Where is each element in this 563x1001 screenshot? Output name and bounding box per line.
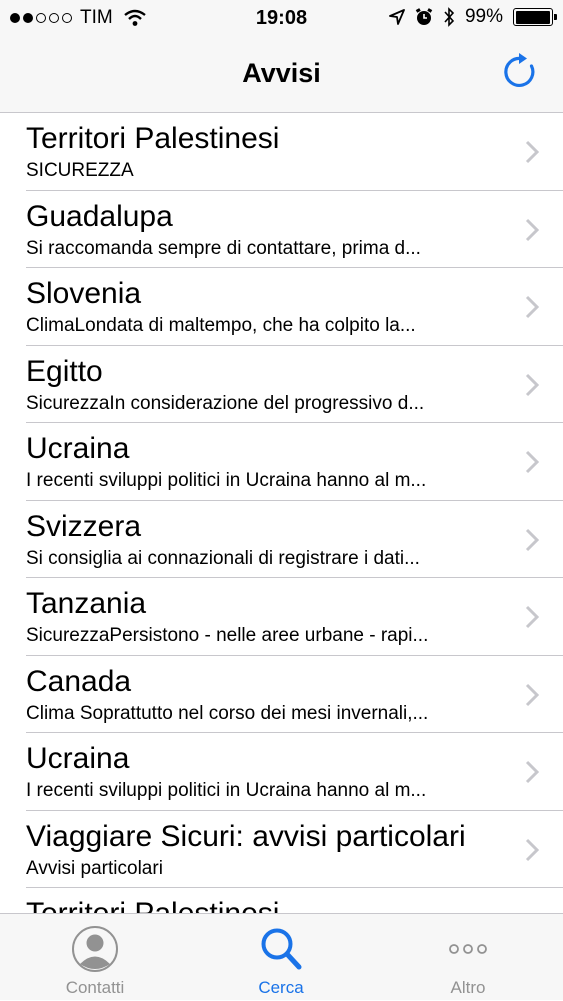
list-item[interactable]: Viaggiare Sicuri: avvisi particolari Avvi… — [0, 811, 563, 888]
chevron-right-icon — [525, 450, 539, 474]
battery-percent: 99% — [464, 6, 503, 27]
chevron-right-icon — [525, 295, 539, 319]
more-icon — [449, 944, 487, 954]
tab-label: Cerca — [258, 978, 304, 997]
refresh-icon[interactable] — [501, 52, 541, 92]
list-item-title: Egitto — [26, 354, 103, 388]
list-item-title: Territori Palestinesi — [26, 896, 279, 913]
bluetooth-icon — [444, 7, 455, 27]
list-item-subtitle: SicurezzaPersistono - nelle aree urbane … — [26, 625, 429, 646]
list-item-subtitle: I recenti sviluppi politici in Ucraina h… — [26, 470, 427, 491]
chevron-right-icon — [525, 838, 539, 861]
list-item-title: Canada — [26, 664, 132, 698]
list-item-subtitle: Avvisi particolari — [26, 857, 163, 879]
list-item-title: Svizzera — [26, 509, 142, 543]
list-item-title: Viaggiare Sicuri: avvisi particolari — [26, 819, 466, 853]
list-item[interactable]: Guadalupa Si raccomanda sempre di contatt… — [0, 191, 563, 268]
list-item-title: Territori Palestinesi — [26, 122, 280, 155]
status-right: 99% — [389, 6, 557, 28]
list-item-title: Slovenia — [26, 277, 142, 310]
list-item[interactable]: Svizzera Si consiglia ai connazionali di … — [0, 501, 563, 578]
tab-bar: Contatti Cerca Altro — [0, 913, 563, 1000]
top-bar: TIM 19:08 99% Avvisi — [0, 0, 563, 113]
chevron-right-icon — [525, 218, 539, 241]
list-item[interactable]: Ucraina I recenti sviluppi politici in Uc… — [0, 733, 563, 811]
tab-label: Contatti — [65, 978, 125, 997]
list-item[interactable]: Slovenia ClimaLondata di maltempo, che ha… — [0, 268, 563, 346]
battery-icon — [513, 8, 557, 26]
list-item-title: Guadalupa — [26, 199, 173, 233]
list-item-title: Ucraina — [26, 742, 130, 775]
chevron-right-icon — [525, 683, 539, 706]
list-item-title: Tanzania — [26, 587, 147, 620]
location-arrow-icon — [389, 9, 405, 25]
list-item[interactable]: Tanzania SicurezzaPersistono - nelle aree… — [0, 578, 563, 656]
tab-cerca[interactable]: Cerca — [211, 914, 351, 1001]
list-item[interactable]: Canada Clima Soprattutto nel corso dei me… — [0, 656, 563, 733]
alerts-list: Territori Palestinesi SICUREZZA Guadalupa S… — [0, 113, 563, 913]
list-item-subtitle: ClimaLondata di maltempo, che ha colpito… — [26, 315, 416, 336]
search-icon — [261, 928, 302, 970]
list-item-subtitle: Si consiglia ai connazionali di registra… — [26, 547, 420, 569]
list-item[interactable]: Egitto SicurezzaIn considerazione del pro… — [0, 346, 563, 423]
chevron-right-icon — [525, 760, 539, 784]
tab-label: Altro — [450, 978, 486, 997]
list-item-subtitle: SICUREZZA — [26, 160, 134, 181]
list-item-subtitle: I recenti sviluppi politici in Ucraina h… — [26, 780, 427, 801]
chevron-right-icon — [525, 373, 539, 396]
chevron-right-icon — [525, 140, 539, 164]
list-item-subtitle: SicurezzaIn considerazione del progressi… — [26, 392, 425, 414]
page-title: Avvisi — [242, 58, 321, 88]
alarm-icon — [415, 8, 433, 25]
list-item-title: Ucraina — [26, 432, 130, 465]
list-item[interactable]: Ucraina I recenti sviluppi politici in Uc… — [0, 423, 563, 501]
chevron-right-icon — [525, 528, 539, 551]
chevron-right-icon — [525, 605, 539, 629]
list-item-subtitle: Si raccomanda sempre di contattare, prim… — [26, 237, 421, 259]
tab-altro[interactable]: Altro — [398, 914, 538, 1001]
list-item-subtitle: Clima Soprattutto nel corso dei mesi inv… — [26, 702, 429, 724]
status-bar: TIM 19:08 99% — [0, 0, 563, 38]
list-item[interactable]: Territori Palestinesi SICUREZZA — [0, 113, 563, 191]
tab-contatti[interactable]: Contatti — [25, 914, 165, 1001]
list-item[interactable]: Territori Palestinesi — [0, 888, 563, 913]
contact-icon — [72, 926, 118, 972]
